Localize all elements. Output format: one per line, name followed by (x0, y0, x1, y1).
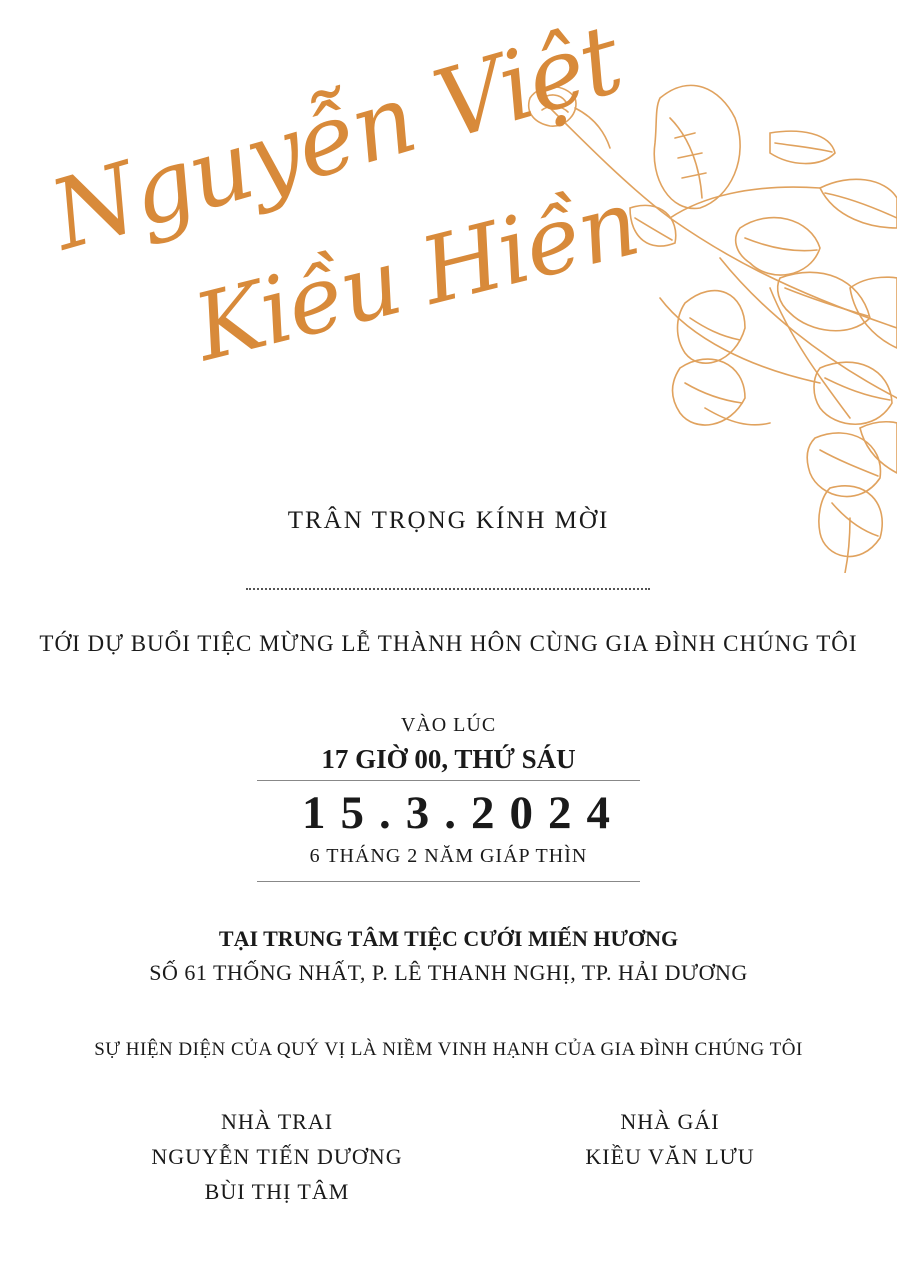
floral-branch-illustration (528, 84, 897, 573)
venue-address: SỐ 61 THỐNG NHẤT, P. LÊ THANH NGHỊ, TP. … (149, 960, 748, 985)
time-label: VÀO LÚC (400, 714, 497, 736)
groom-father-name: NGUYỄN TIẾN DƯƠNG (151, 1144, 403, 1169)
bride-father-name: KIỀU VĂN LƯU (585, 1144, 755, 1169)
bride-family-label: NHÀ GÁI (620, 1109, 720, 1134)
venue-name: TẠI TRUNG TÂM TIỆC CƯỚI MIẾN HƯƠNG (218, 926, 679, 951)
divider-top (257, 780, 640, 781)
groom-mother-name: BÙI THỊ TÂM (204, 1179, 350, 1204)
bride-family: NHÀ GÁI KIỀU VĂN LƯU (480, 1104, 860, 1174)
guest-name-line (246, 588, 650, 590)
divider-bottom (257, 881, 640, 882)
invitation-greeting: TRÂN TRỌNG KÍNH MỜI (287, 507, 610, 534)
honor-statement: SỰ HIỆN DIỆN CỦA QUÝ VỊ LÀ NIỀM VINH HẠN… (94, 1039, 803, 1060)
wedding-invitation-card: Nguyễn Việt Kiều Hiền TRÂN TRỌNG KÍNH MỜ… (0, 0, 897, 1280)
groom-family: NHÀ TRAI NGUYỄN TIẾN DƯƠNG BÙI THỊ TÂM (87, 1104, 467, 1209)
event-date: 15.3.2024 (302, 787, 625, 839)
groom-family-label: NHÀ TRAI (220, 1109, 334, 1134)
event-time: 17 GIỜ 00, THỨ SÁU (321, 744, 576, 774)
invitation-text: TỚI DỰ BUỔI TIỆC MỪNG LỄ THÀNH HÔN CÙNG … (39, 631, 858, 656)
lunar-date: 6 THÁNG 2 NĂM GIÁP THÌN (309, 845, 588, 867)
